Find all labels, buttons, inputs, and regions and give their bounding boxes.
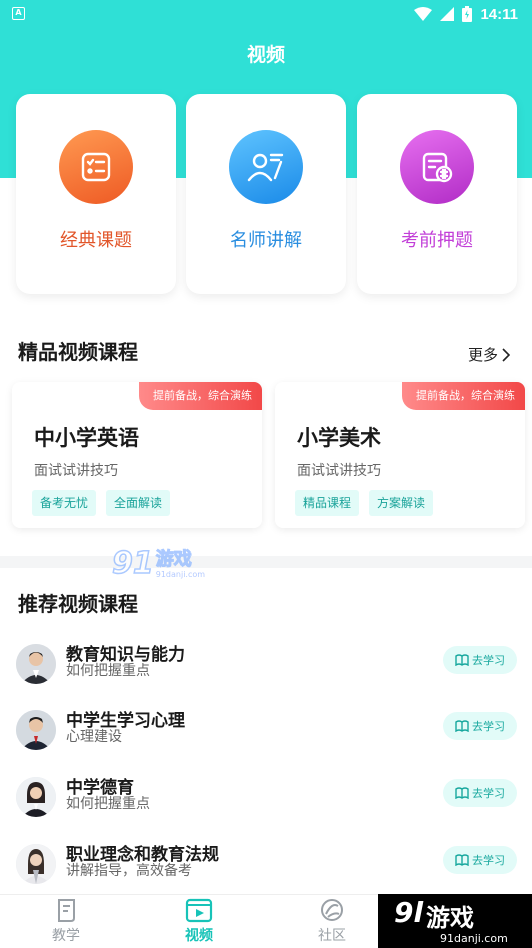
category-card-exam[interactable]: 考前押题 bbox=[357, 94, 517, 294]
list-item-subtitle: 讲解指导，高效备考 bbox=[66, 863, 192, 879]
course-card[interactable]: 提前备战，综合演练 小学美术 面试试讲技巧 精品课程 方案解读 bbox=[275, 382, 525, 528]
course-ribbon: 提前备战，综合演练 bbox=[139, 382, 262, 410]
book-open-icon bbox=[455, 787, 469, 799]
list-item[interactable]: 教育知识与能力 如何把握重点 去学习 bbox=[0, 638, 532, 698]
book-open-icon bbox=[455, 654, 469, 666]
battery-icon bbox=[462, 6, 473, 22]
study-button[interactable]: 去学习 bbox=[443, 779, 517, 807]
study-button[interactable]: 去学习 bbox=[443, 846, 517, 874]
checklist-icon bbox=[59, 130, 133, 204]
community-icon bbox=[321, 899, 343, 921]
more-link[interactable]: 更多 bbox=[468, 344, 510, 365]
category-label: 经典课题 bbox=[60, 230, 132, 251]
section-divider bbox=[0, 556, 532, 568]
list-item-subtitle: 如何把握重点 bbox=[66, 796, 150, 812]
course-title: 中小学英语 bbox=[34, 426, 139, 450]
study-button[interactable]: 去学习 bbox=[443, 712, 517, 740]
list-item-subtitle: 心理建设 bbox=[66, 729, 122, 745]
course-tag: 精品课程 bbox=[295, 490, 360, 516]
recommended-section-title: 推荐视频课程 bbox=[18, 592, 138, 616]
course-ribbon: 提前备战，综合演练 bbox=[402, 382, 525, 410]
avatar bbox=[16, 710, 56, 750]
study-button-label: 去学习 bbox=[472, 854, 505, 867]
wifi-icon bbox=[414, 7, 433, 21]
teacher-icon bbox=[229, 130, 303, 204]
logo-url: 91danji.com bbox=[440, 932, 508, 945]
tab-label: 社区 bbox=[318, 928, 346, 944]
notification-icon: A bbox=[12, 7, 25, 20]
book-icon bbox=[58, 899, 75, 922]
more-label: 更多 bbox=[467, 346, 498, 364]
tab-video[interactable]: 视频 bbox=[164, 897, 234, 947]
watermark-number: 91 bbox=[111, 546, 154, 581]
video-icon bbox=[185, 898, 213, 923]
tab-label: 视频 bbox=[185, 928, 213, 944]
avatar bbox=[16, 777, 56, 817]
clock: 14:11 bbox=[480, 5, 518, 23]
book-open-icon bbox=[455, 854, 469, 866]
list-item[interactable]: 中学生学习心理 心理建设 去学习 bbox=[0, 704, 532, 764]
course-card[interactable]: 提前备战，综合演练 中小学英语 面试试讲技巧 备考无忧 全面解读 bbox=[12, 382, 262, 528]
page-title: 视频 bbox=[246, 44, 285, 66]
signal-icon bbox=[440, 7, 455, 21]
category-label: 名师讲解 bbox=[230, 230, 302, 251]
book-open-icon bbox=[455, 720, 469, 732]
category-card-classic[interactable]: 经典课题 bbox=[16, 94, 176, 294]
tab-community[interactable]: 社区 bbox=[297, 897, 367, 947]
site-watermark-logo: 9l 游戏 91danji.com bbox=[378, 894, 532, 948]
tab-teaching[interactable]: 教学 bbox=[31, 897, 101, 947]
course-subtitle: 面试试讲技巧 bbox=[297, 463, 381, 479]
avatar bbox=[16, 844, 56, 884]
course-tag: 方案解读 bbox=[369, 490, 434, 516]
category-card-teacher[interactable]: 名师讲解 bbox=[186, 94, 346, 294]
study-button-label: 去学习 bbox=[472, 787, 505, 800]
study-button-label: 去学习 bbox=[472, 654, 505, 667]
avatar bbox=[16, 644, 56, 684]
course-tag: 全面解读 bbox=[106, 490, 171, 516]
premium-section-title: 精品视频课程 bbox=[18, 340, 138, 364]
tab-label: 教学 bbox=[52, 928, 80, 944]
study-button-label: 去学习 bbox=[472, 720, 505, 733]
course-title: 小学美术 bbox=[297, 426, 381, 450]
exam-icon bbox=[400, 130, 474, 204]
list-item[interactable]: 中学德育 如何把握重点 去学习 bbox=[0, 771, 532, 831]
logo-number: 9l bbox=[394, 896, 424, 929]
logo-text: 游戏 bbox=[426, 904, 474, 932]
list-item-subtitle: 如何把握重点 bbox=[66, 663, 150, 679]
chevron-right-icon bbox=[502, 347, 510, 362]
category-label: 考前押题 bbox=[401, 230, 473, 251]
watermark: 91 游戏 91danji.com bbox=[111, 542, 206, 581]
course-subtitle: 面试试讲技巧 bbox=[34, 463, 118, 479]
study-button[interactable]: 去学习 bbox=[443, 646, 517, 674]
status-bar: A 14:11 bbox=[0, 0, 532, 28]
list-item[interactable]: 职业理念和教育法规 讲解指导，高效备考 去学习 bbox=[0, 838, 532, 898]
course-tag: 备考无忧 bbox=[32, 490, 97, 516]
watermark-url: 91danji.com bbox=[155, 570, 206, 579]
watermark-text: 游戏 bbox=[155, 549, 192, 570]
